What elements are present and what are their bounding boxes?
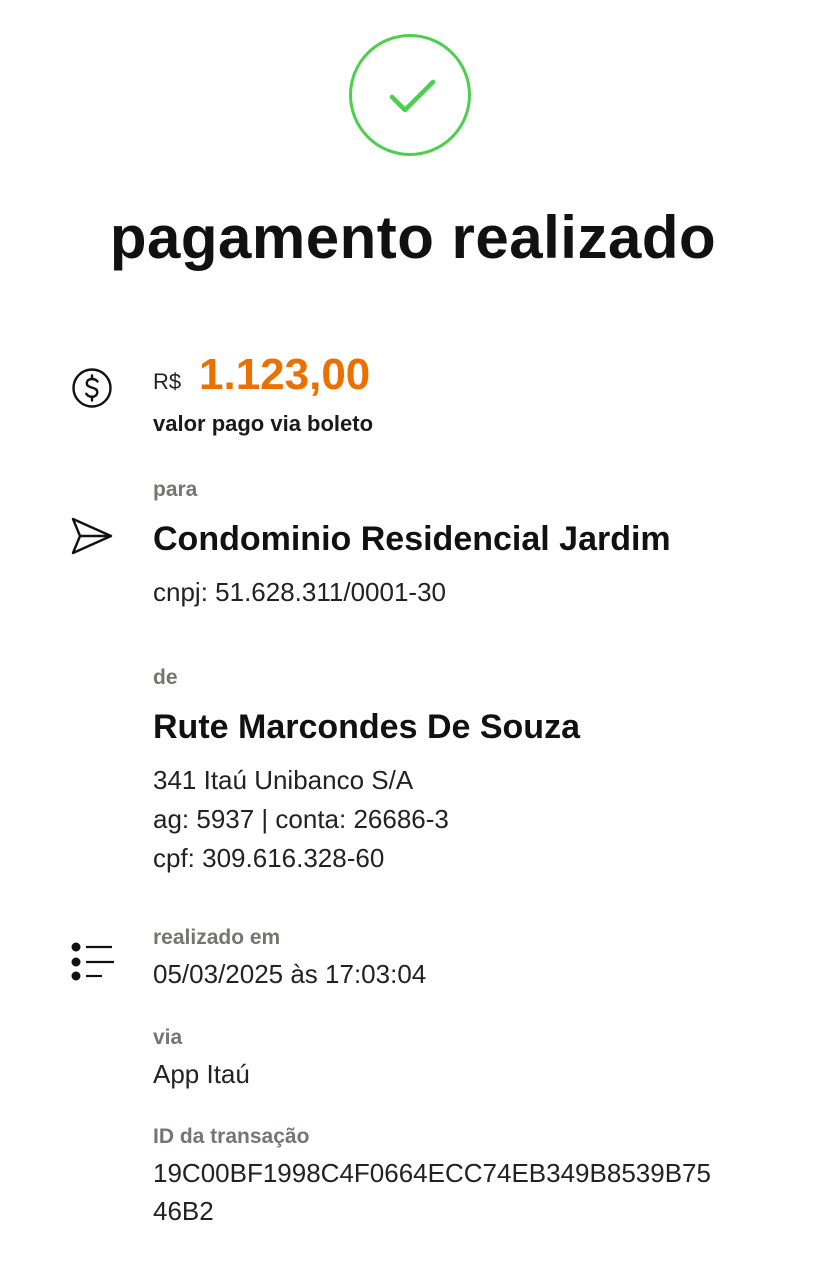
transaction-id-line2: 46B2 xyxy=(153,1196,214,1226)
payer-bank: 341 Itaú Unibanco S/A xyxy=(153,765,414,795)
dollar-circle-icon xyxy=(71,367,113,414)
transaction-id-label: ID da transação xyxy=(153,1125,310,1148)
via-value: App Itaú xyxy=(153,1059,250,1089)
send-icon xyxy=(70,516,114,561)
payment-amount: 1.123,00 xyxy=(199,350,371,399)
check-circle-icon xyxy=(349,34,471,156)
transaction-id-line1: 19C00BF1998C4F0664ECC74EB349B8539B75 xyxy=(153,1158,711,1188)
recipient-doc: cnpj: 51.628.311/0001-30 xyxy=(153,577,446,607)
date-value: 05/03/2025 às 17:03:04 xyxy=(153,959,427,989)
recipient-name: Condominio Residencial Jardim xyxy=(153,520,671,558)
list-icon xyxy=(70,940,116,989)
payer-account: ag: 5937 | conta: 26686-3 xyxy=(153,804,449,834)
via-label: via xyxy=(153,1026,183,1049)
date-label: realizado em xyxy=(153,926,281,949)
page-title: pagamento realizado xyxy=(109,204,717,271)
currency-symbol: R$ xyxy=(153,369,182,394)
payer-name: Rute Marcondes De Souza xyxy=(153,708,580,746)
payer-label: de xyxy=(153,666,178,689)
payment-method-label: valor pago via boleto xyxy=(153,411,374,436)
recipient-label: para xyxy=(153,478,198,501)
payer-doc: cpf: 309.616.328-60 xyxy=(153,843,385,873)
